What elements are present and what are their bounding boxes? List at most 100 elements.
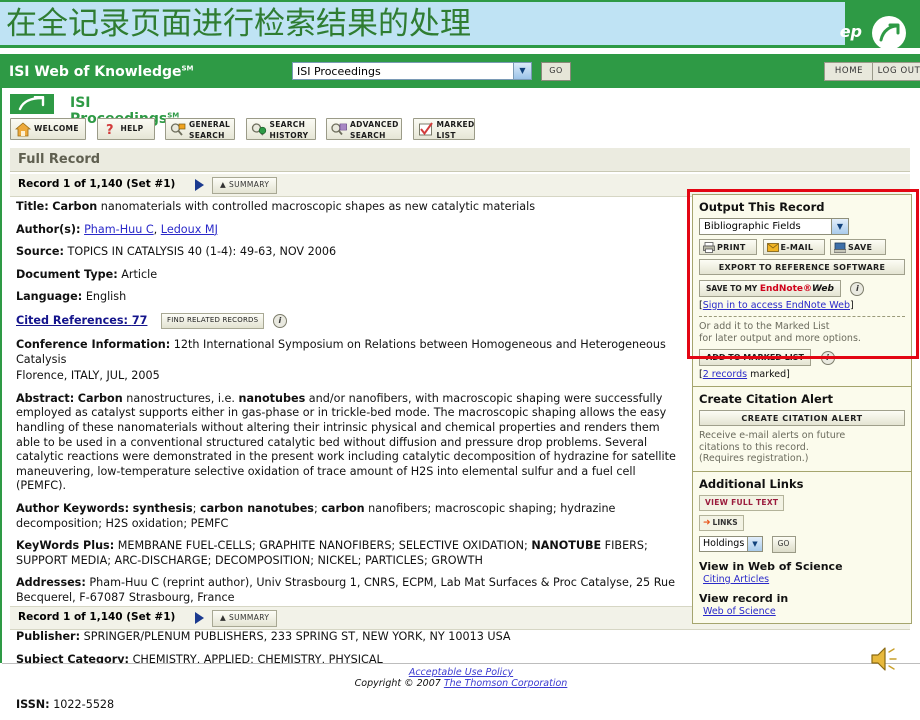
app-header-bar: ISI Web of KnowledgeSM ISI Proceedings ▼… [0,52,920,90]
web-of-science-link[interactable]: Web of Science [703,606,776,617]
record-title-row: Title: Carbon nanomaterials with control… [16,200,684,215]
nav-advanced-search-label1: ADVANCED [350,120,399,129]
home-button[interactable]: HOME [824,62,874,81]
speaker-icon[interactable] [868,642,908,676]
output-action-row: PRINT E-MAIL SAVE [699,239,905,255]
endnote-signin-link[interactable]: Sign in to access EndNote Web [703,300,850,311]
holdings-go-button[interactable]: GO [771,535,796,553]
endnote-row: SAVE TO MY EndNote®Web i [699,280,905,297]
footer-copyright-row: Copyright © 2007 The Thomson Corporation [2,678,920,689]
source-value: TOPICS IN CATALYSIS 40 (1-4): 49-63, NOV… [67,245,337,259]
email-button[interactable]: E-MAIL [762,239,825,255]
cited-refs-label: Cited References: [16,313,128,327]
links-row: ➜ LINKS [699,511,905,531]
output-format-select[interactable]: Bibliographic Fields ▼ [699,218,849,235]
keywords-plus-bold-1: NANOTUBE [531,539,602,553]
additional-links-heading: Additional Links [699,476,804,491]
go-button[interactable]: GO [541,62,571,81]
next-triangle-icon[interactable] [195,179,204,191]
nav-general-search[interactable]: GENERAL SEARCH [165,118,235,140]
conference-label: Conference Information: [16,337,171,351]
thomson-corporation-link[interactable]: The Thomson Corporation [444,678,568,689]
nav-search-history-label2: HISTORY [269,131,309,140]
issn-value: 1022-5528 [53,697,115,711]
logout-button[interactable]: LOG OUT [872,62,920,81]
slide-logo-text: ep [839,22,862,41]
author-link-1[interactable]: Pham-Huu C [84,223,154,236]
info-icon-find-related[interactable]: i [272,313,287,328]
content-area: ISI ProceedingsSM WELCOME ? HELP [0,88,920,711]
save-button[interactable]: SAVE [830,239,886,255]
export-reference-software-button[interactable]: EXPORT TO REFERENCE SOFTWARE [699,259,905,275]
nav-advanced-search[interactable]: ADVANCED SEARCH [326,118,402,140]
abstract-text-2: and/or nanofibers, with macroscopic shap… [16,391,676,493]
magnifier-icon [170,122,186,137]
record-keywords-plus-row: KeyWords Plus: MEMBRANE FUEL-CELLS; GRAP… [16,539,684,568]
author-keyword-3: carbon [321,501,365,515]
citation-note-line-2: citations to this record. [699,441,809,453]
acceptable-use-policy-link[interactable]: Acceptable Use Policy [409,667,513,678]
create-citation-alert-button[interactable]: CREATE CITATION ALERT [699,410,905,426]
record-position-bottom: Record 1 of 1,140 (Set #1) [18,611,176,623]
citing-articles-row: Citing Articles [703,574,905,585]
nav-marked-list-label2: LIST [436,131,456,140]
nav-help-label: HELP [120,124,144,133]
page-title: Full Record [18,152,101,167]
cited-references-link[interactable]: Cited References: 77 [16,314,147,327]
citation-alert-heading: Create Citation Alert [699,392,833,406]
nav-welcome[interactable]: WELCOME [10,118,86,140]
chevron-down-icon-format[interactable]: ▼ [831,219,848,234]
holdings-select[interactable]: Holdings ▼ [699,536,763,552]
nav-marked-list[interactable]: MARKED LIST [412,118,475,140]
marked-hint-line-1: Or add it to the Marked List [699,321,830,332]
marked-records-link[interactable]: 2 records [703,369,747,380]
issn-label: ISSN: [16,697,50,711]
marked-count-row: [2 records marked] [699,369,905,380]
links-button[interactable]: ➜ LINKS [699,514,744,531]
printer-icon [703,242,715,258]
source-label: Source: [16,245,64,259]
endnote-brand: EndNote [759,284,803,294]
summary-button-top[interactable]: ▲ SUMMARY [212,177,278,194]
nav-search-history-label1: SEARCH [269,120,306,129]
page-title-bar: Full Record [10,148,910,172]
record-doctype-row: Document Type: Article [16,268,684,283]
abstract-text-1: nanostructures, i.e. [122,391,239,405]
nav-advanced-search-label2: SEARCH [350,131,386,140]
author-keyword-1: synthesis [132,501,193,515]
language-value: English [85,290,127,304]
doctype-label: Document Type: [16,267,118,281]
record-details: Title: Carbon nanomaterials with control… [16,200,684,720]
title-rest: nanomaterials with controlled macroscopi… [97,200,536,213]
citing-articles-link[interactable]: Citing Articles [703,574,769,585]
info-icon-marked-list[interactable]: i [820,350,835,365]
abstract-label: Abstract: [16,391,75,405]
endnote-signin-row: [Sign in to access EndNote Web] [699,300,905,311]
web-of-science-row: Web of Science [703,606,905,617]
next-triangle-icon-bottom[interactable] [195,612,204,624]
record-position-top: Record 1 of 1,140 (Set #1) [18,178,176,190]
view-full-text-button[interactable]: VIEW FULL TEXT [699,494,785,511]
endnote-prefix: SAVE TO MY [706,284,760,293]
cited-refs-count: 77 [131,313,148,327]
add-to-marked-list-button[interactable]: ADD TO MARKED LIST [699,349,811,366]
holdings-value: Holdings [703,538,745,549]
chevron-down-icon[interactable]: ▼ [513,63,531,79]
nav-search-history[interactable]: SEARCH HISTORY [245,118,316,140]
record-publisher-row: Publisher: SPRINGER/PLENUM PUBLISHERS, 2… [16,630,684,645]
summary-label-bottom: SUMMARY [228,613,270,622]
nav-help[interactable]: ? HELP [96,118,155,140]
slide-title-band: 在全记录页面进行检索结果的处理 ep [0,0,920,50]
find-related-records-button[interactable]: FIND RELATED RECORDS [161,312,265,329]
author-link-2[interactable]: Ledoux MJ [161,223,218,236]
database-select[interactable]: ISI Proceedings ▼ [292,62,532,80]
app-brand-text: ISI Web of Knowledge [9,64,182,80]
save-to-endnote-web-button[interactable]: SAVE TO MY EndNote®Web [699,280,841,297]
summary-button-bottom[interactable]: ▲ SUMMARY [212,610,278,627]
chevron-down-icon-holdings[interactable]: ▼ [747,537,762,551]
info-icon-endnote[interactable]: i [850,281,865,296]
record-source-row: Source: TOPICS IN CATALYSIS 40 (1-4): 49… [16,245,684,260]
abstract-bold-2: nanotubes [238,391,306,405]
question-icon: ? [102,122,118,138]
print-button[interactable]: PRINT [699,239,757,255]
